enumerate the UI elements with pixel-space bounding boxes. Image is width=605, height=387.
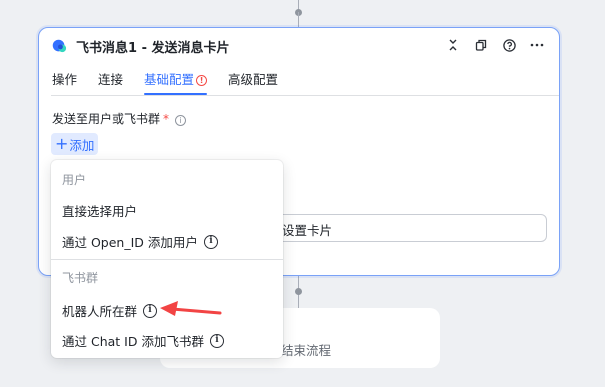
- tab-basic-config-label: 基础配置: [144, 72, 195, 87]
- config-tabs: 操作 连接 基础配置! 高级配置: [52, 66, 299, 96]
- plus-icon: +: [55, 134, 69, 153]
- info-icon[interactable]: i: [209, 333, 224, 348]
- collapse-icon[interactable]: [445, 37, 461, 53]
- tab-basic-config[interactable]: 基础配置!: [144, 66, 208, 95]
- tab-connection[interactable]: 连接: [98, 66, 123, 94]
- annotation-arrow-icon: [160, 301, 222, 316]
- tab-connection-label: 连接: [98, 72, 124, 87]
- dropdown-item-select-user[interactable]: 直接选择用户: [62, 201, 137, 220]
- more-icon[interactable]: [529, 37, 545, 53]
- tab-advanced-config[interactable]: 高级配置: [228, 66, 278, 94]
- recipient-field-label: 发送至用户或飞书群 * i: [52, 110, 187, 127]
- dropdown-item-label: 直接选择用户: [62, 204, 138, 219]
- dropdown-item-openid[interactable]: 通过 Open_ID 添加用户 i: [62, 232, 218, 251]
- tab-operation[interactable]: 操作: [52, 66, 77, 94]
- dropdown-item-label: 通过 Open_ID 添加用户: [62, 235, 198, 250]
- dropdown-group-chats: 飞书群: [62, 271, 99, 285]
- feishu-logo-icon: [52, 39, 67, 53]
- dropdown-item-label: 机器人所在群: [62, 304, 138, 319]
- info-icon[interactable]: i: [175, 115, 187, 126]
- required-mark: *: [163, 112, 170, 126]
- card-setting-input[interactable]: 设置卡片: [268, 214, 547, 242]
- info-icon[interactable]: i: [203, 234, 218, 249]
- connector-mid-dot: [295, 288, 302, 295]
- dropdown-group-users: 用户: [62, 173, 87, 187]
- tab-operation-label: 操作: [52, 72, 78, 87]
- connector-top-line-2: [298, 12, 299, 27]
- copy-icon[interactable]: [473, 37, 489, 53]
- dropdown-divider: [51, 259, 283, 260]
- dropdown-item-chat-id[interactable]: 通过 Chat ID 添加飞书群 i: [62, 331, 224, 350]
- help-icon[interactable]: [501, 37, 517, 53]
- tabs-divider: [51, 95, 559, 96]
- node-title: 飞书消息1 - 发送消息卡片: [76, 41, 230, 56]
- dropdown-item-bot-groups[interactable]: 机器人所在群 i: [62, 301, 158, 320]
- tab-advanced-config-label: 高级配置: [228, 72, 279, 87]
- dropdown-item-label: 通过 Chat ID 添加飞书群: [62, 334, 204, 349]
- recipient-label-text: 发送至用户或飞书群: [52, 112, 161, 126]
- add-recipient-button[interactable]: + 添加: [51, 133, 99, 155]
- recipient-dropdown-menu: 用户 直接选择用户 通过 Open_ID 添加用户 i 飞书群 机器人所在群 i 通…: [51, 160, 283, 358]
- add-button-label: 添加: [69, 137, 95, 153]
- end-flow-label: 结束流程: [281, 343, 332, 358]
- warning-icon: !: [196, 75, 208, 86]
